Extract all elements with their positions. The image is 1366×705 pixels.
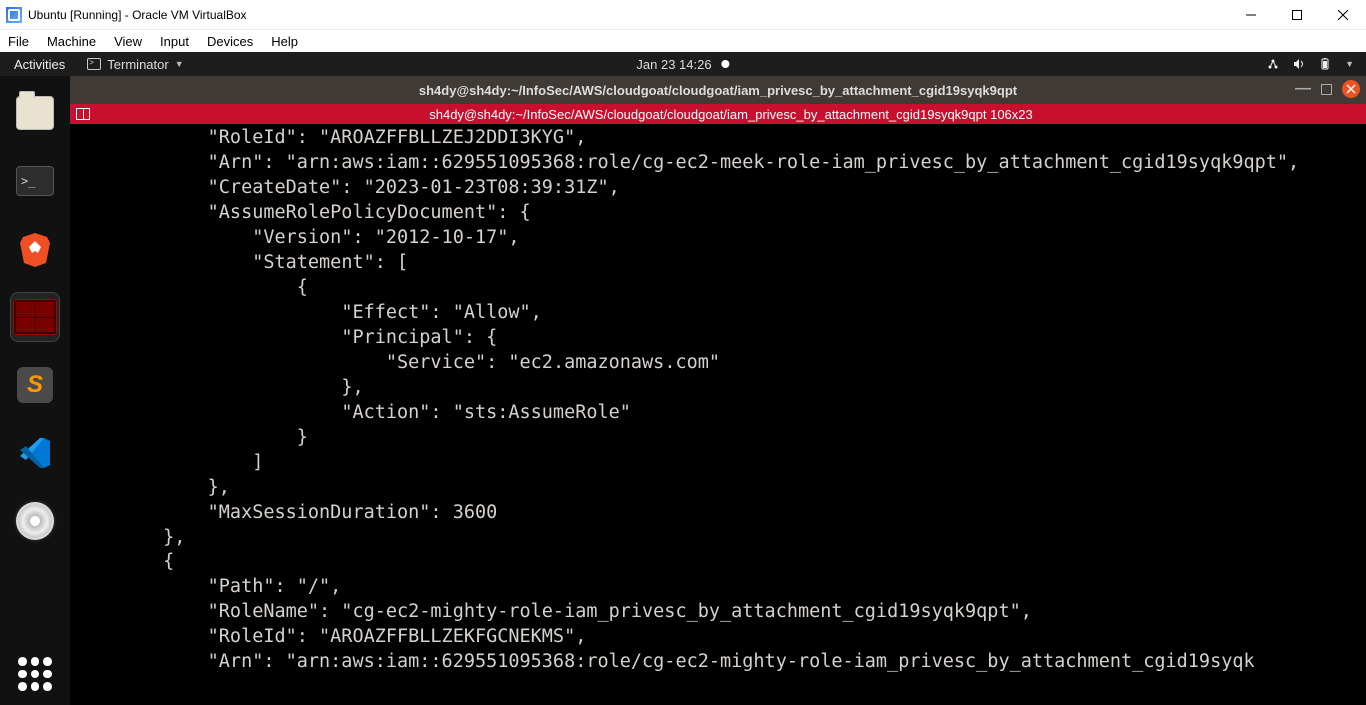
brave-icon (15, 229, 55, 269)
dock-item-vscode[interactable] (10, 428, 60, 478)
menu-devices[interactable]: Devices (207, 34, 253, 49)
terminal-output: "RoleId": "AROAZFFBLLZEJ2DDI3KYG", "Arn"… (74, 126, 1362, 675)
menu-file[interactable]: File (8, 34, 29, 49)
terminal-icon: >_ (16, 166, 54, 196)
minimize-button[interactable] (1228, 0, 1274, 30)
terminator-indicator-icon (87, 58, 101, 70)
clock[interactable]: Jan 23 14:26 (636, 57, 729, 72)
terminator-titlebar: sh4dy@sh4dy:~/InfoSec/AWS/cloudgoat/clou… (70, 76, 1366, 104)
menu-input[interactable]: Input (160, 34, 189, 49)
system-tray[interactable]: ▼ (1267, 58, 1366, 70)
network-icon (1267, 58, 1279, 70)
dock-item-brave[interactable] (10, 224, 60, 274)
terminal-body[interactable]: "RoleId": "AROAZFFBLLZEJ2DDI3KYG", "Arn"… (70, 124, 1366, 705)
notification-dot-icon (722, 60, 730, 68)
dock-item-sublime[interactable]: S (10, 360, 60, 410)
terminator-icon (13, 299, 57, 335)
vscode-icon (16, 434, 54, 472)
split-pane-icon[interactable] (76, 108, 90, 120)
disc-icon (16, 502, 54, 540)
app-indicator-label: Terminator (107, 57, 168, 72)
terminator-window: sh4dy@sh4dy:~/InfoSec/AWS/cloudgoat/clou… (70, 76, 1366, 705)
dock-item-disc[interactable] (10, 496, 60, 546)
window-maximize-button[interactable] (1321, 84, 1332, 95)
folder-icon (16, 96, 54, 130)
show-applications-button[interactable] (18, 657, 52, 691)
app-indicator[interactable]: Terminator ▼ (79, 57, 191, 72)
menu-machine[interactable]: Machine (47, 34, 96, 49)
sublime-icon: S (17, 367, 53, 403)
dock: >_ S (0, 76, 70, 705)
volume-icon (1293, 58, 1305, 70)
host-titlebar: Ubuntu [Running] - Oracle VM VirtualBox (0, 0, 1366, 30)
menu-help[interactable]: Help (271, 34, 298, 49)
desktop: >_ S sh4dy@sh4dy:~/InfoSec/AWS/cloudgoat… (0, 76, 1366, 705)
dock-item-terminator[interactable] (10, 292, 60, 342)
virtualbox-icon (6, 7, 22, 23)
terminator-tabbar: sh4dy@sh4dy:~/InfoSec/AWS/cloudgoat/clou… (70, 104, 1366, 124)
terminator-tab-label: sh4dy@sh4dy:~/InfoSec/AWS/cloudgoat/clou… (96, 107, 1366, 122)
host-window-title: Ubuntu [Running] - Oracle VM VirtualBox (28, 8, 247, 22)
close-button[interactable] (1320, 0, 1366, 30)
virtualbox-menu-bar: File Machine View Input Devices Help (0, 30, 1366, 52)
menu-view[interactable]: View (114, 34, 142, 49)
terminator-window-title: sh4dy@sh4dy:~/InfoSec/AWS/cloudgoat/clou… (419, 83, 1017, 98)
gnome-topbar: Activities Terminator ▼ Jan 23 14:26 ▼ (0, 52, 1366, 76)
dock-item-files[interactable] (10, 88, 60, 138)
battery-icon (1319, 58, 1331, 70)
chevron-down-icon: ▼ (175, 59, 184, 69)
window-close-button[interactable] (1342, 80, 1360, 98)
activities-button[interactable]: Activities (0, 57, 79, 72)
clock-label: Jan 23 14:26 (636, 57, 711, 72)
maximize-button[interactable] (1274, 0, 1320, 30)
dock-item-terminal[interactable]: >_ (10, 156, 60, 206)
chevron-down-icon: ▼ (1345, 59, 1354, 69)
host-window-controls (1228, 0, 1366, 30)
